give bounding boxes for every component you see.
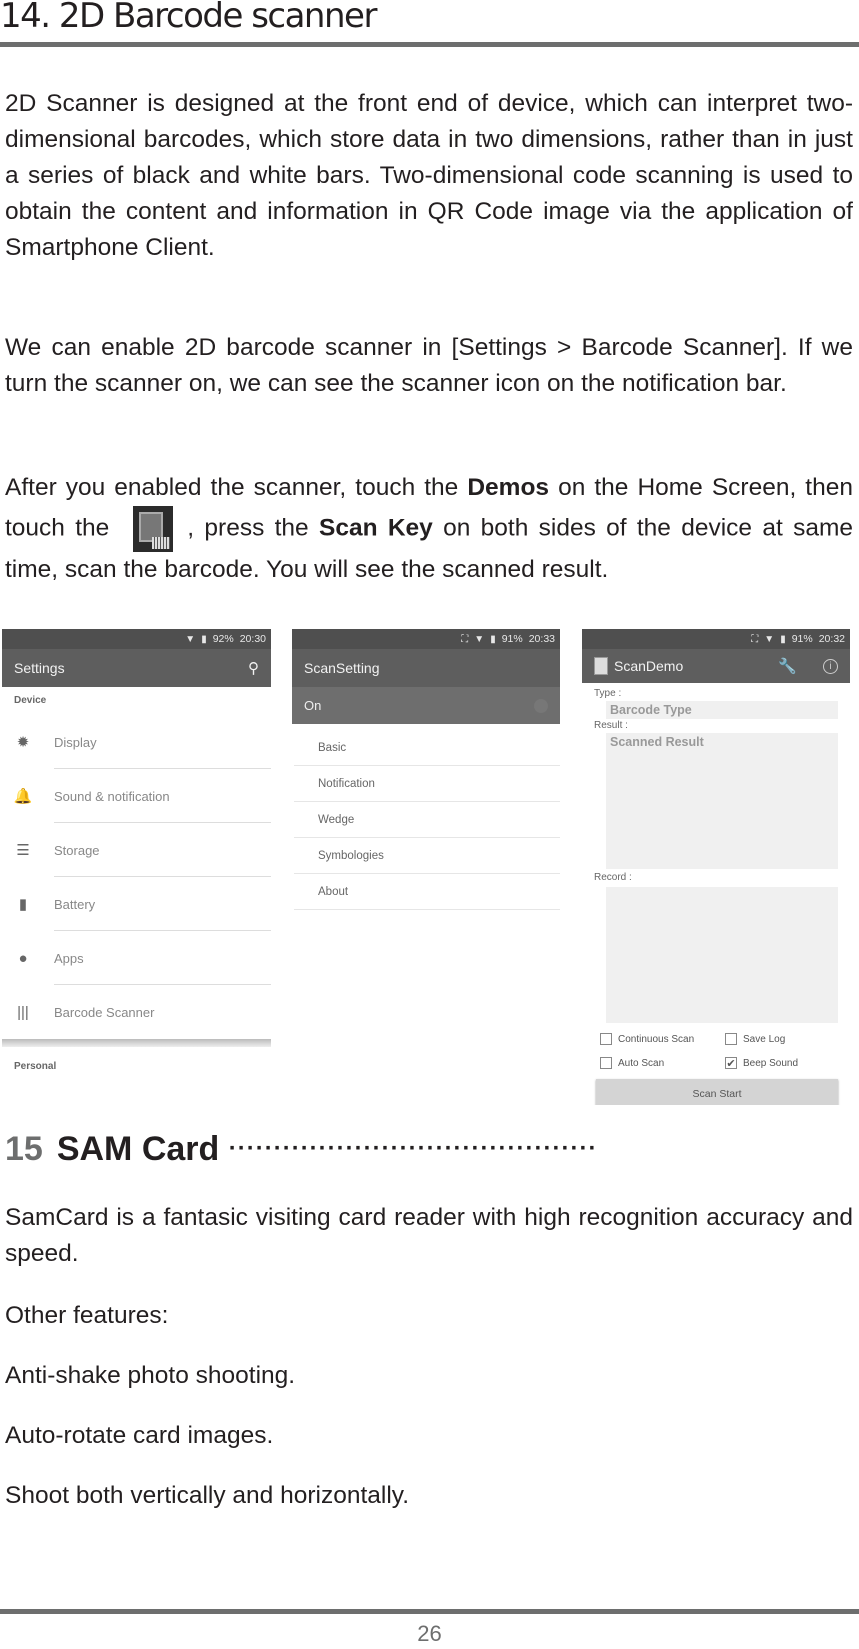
settings-item[interactable]: ☰ Storage xyxy=(2,823,271,877)
scansetting-screenshot: ⛶ ▼ ▮ 91% 20:33 ScanSetting On Basic Noti… xyxy=(292,629,560,919)
settings-item-label: Apps xyxy=(54,950,84,966)
feature-item: Auto-rotate card images. xyxy=(5,1422,274,1449)
status-bar: ⛶ ▼ ▮ 91% 20:32 xyxy=(582,629,850,649)
page-number: 26 xyxy=(417,1621,442,1646)
scansetting-title: ScanSetting xyxy=(304,660,380,676)
checkbox-box[interactable] xyxy=(725,1033,737,1045)
storage-icon: ☰ xyxy=(16,842,30,859)
chapter-title: 14. 2D Barcode scanner xyxy=(0,0,377,36)
feature-item: Shoot both vertically and horizontally. xyxy=(5,1482,410,1509)
settings-item[interactable]: ● Apps xyxy=(2,931,271,985)
demos-label: Demos xyxy=(467,474,550,501)
checkbox-box[interactable] xyxy=(600,1033,612,1045)
scanned-result-field: Scanned Result xyxy=(606,733,838,869)
brightness-icon: ✹ xyxy=(16,734,30,751)
paragraph-enable: We can enable 2D barcode scanner in [Set… xyxy=(5,334,853,397)
record-label: Record : xyxy=(594,872,632,883)
scansetting-item[interactable]: Basic xyxy=(294,730,560,766)
checkbox-box-checked[interactable]: ✔ xyxy=(725,1057,737,1070)
scansetting-item[interactable]: Notification xyxy=(294,766,560,802)
settings-item[interactable]: ||| Barcode Scanner xyxy=(2,985,271,1039)
settings-item-label: Storage xyxy=(54,842,100,858)
bell-icon: 🔔 xyxy=(13,788,33,805)
top-rule xyxy=(0,42,859,47)
dot-leader: ········································… xyxy=(228,1135,598,1162)
type-label: Type : xyxy=(594,688,622,699)
wifi-icon: ▼ xyxy=(474,633,485,645)
settings-screenshot: ▼ ▮ 92% 20:30 Settings ⚲ Device ✹ Display… xyxy=(2,629,271,1105)
wifi-icon: ▼ xyxy=(764,633,775,645)
wifi-icon: ▼ xyxy=(185,633,196,645)
paragraph-usage: After you enabled the scanner, touch the… xyxy=(5,474,853,583)
bottom-rule xyxy=(0,1609,859,1614)
section-number: 15 xyxy=(5,1130,43,1168)
battery-icon: ▮ xyxy=(18,896,28,913)
android-icon: ● xyxy=(18,949,28,967)
battery-icon: ▮ xyxy=(201,633,207,645)
scansetting-item[interactable]: Wedge xyxy=(294,802,560,838)
status-bar: ⛶ ▼ ▮ 91% 20:33 xyxy=(292,629,560,649)
scanner-toggle-row[interactable]: On xyxy=(292,687,560,724)
save-log-checkbox[interactable]: Save Log xyxy=(725,1033,850,1045)
settings-item[interactable]: ✹ Display xyxy=(2,715,271,769)
divider-shadow xyxy=(2,1039,271,1047)
feature-item: Anti-shake photo shooting. xyxy=(5,1362,296,1389)
settings-item-label: Display xyxy=(54,734,97,750)
search-icon[interactable]: ⚲ xyxy=(248,659,259,677)
paragraph-intro: 2D Scanner is designed at the front end … xyxy=(5,90,853,261)
scandemo-title: ScanDemo xyxy=(614,658,684,674)
battery-icon: ▮ xyxy=(780,633,786,645)
wrench-icon[interactable]: 🔧 xyxy=(778,657,797,675)
scansetting-item[interactable]: Symbologies xyxy=(294,838,560,874)
record-field xyxy=(606,887,838,1023)
other-features-label: Other features: xyxy=(5,1302,169,1329)
continuous-scan-checkbox[interactable]: Continuous Scan xyxy=(600,1033,725,1045)
scan-key-label: Scan Key xyxy=(318,514,433,542)
scansetting-item[interactable]: About xyxy=(294,874,560,910)
settings-item-label: Battery xyxy=(54,896,96,912)
settings-item[interactable]: ▮ Battery xyxy=(2,877,271,931)
checkbox-box[interactable] xyxy=(600,1057,612,1069)
scandemo-app-icon xyxy=(594,657,608,675)
settings-item[interactable]: 🔔 Sound & notification xyxy=(2,769,271,823)
section-15-heading: 15 SAM Card ·····························… xyxy=(5,1130,597,1169)
toggle-switch[interactable] xyxy=(534,698,548,713)
status-bar: ▼ ▮ 92% 20:30 xyxy=(2,629,271,649)
barcode-icon: ||| xyxy=(17,1003,29,1021)
info-icon[interactable]: i xyxy=(823,658,838,674)
settings-item-label: Sound & notification xyxy=(54,788,170,804)
battery-icon: ▮ xyxy=(490,633,496,645)
scandemo-app-icon xyxy=(133,506,174,552)
section-title: SAM Card xyxy=(56,1130,220,1168)
settings-item-label: Barcode Scanner xyxy=(54,1004,155,1020)
samcard-description: SamCard is a fantasic visiting card read… xyxy=(5,1204,853,1267)
auto-scan-checkbox[interactable]: Auto Scan xyxy=(600,1057,725,1069)
settings-app-bar: Settings ⚲ xyxy=(2,649,271,687)
beep-sound-checkbox[interactable]: ✔ Beep Sound xyxy=(725,1057,850,1070)
scan-start-button[interactable]: Scan Start xyxy=(596,1079,838,1105)
section-personal: Personal xyxy=(14,1061,57,1072)
toggle-label: On xyxy=(304,698,322,713)
scandemo-screenshot: ⛶ ▼ ▮ 91% 20:32 ScanDemo 🔧 i Type : Barc… xyxy=(582,629,850,1105)
scansetting-app-bar: ScanSetting xyxy=(292,649,560,687)
settings-title: Settings xyxy=(14,660,65,676)
scandemo-app-bar: ScanDemo 🔧 i xyxy=(582,649,850,683)
section-device: Device xyxy=(14,695,47,706)
scanner-icon: ⛶ xyxy=(461,633,469,645)
barcode-type-field: Barcode Type xyxy=(606,701,838,719)
result-label: Result : xyxy=(594,720,628,731)
scanner-icon: ⛶ xyxy=(751,633,759,645)
